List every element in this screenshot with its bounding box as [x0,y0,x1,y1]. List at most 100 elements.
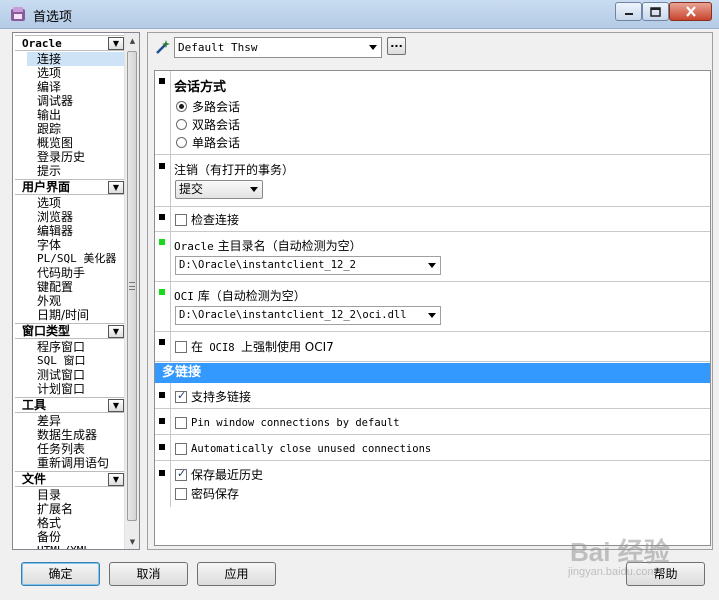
checkbox-icon[interactable] [175,213,187,226]
radio-icon[interactable] [176,119,187,130]
tree-item[interactable]: 数据生成器 [37,428,97,442]
check-connection-option[interactable]: 检查连接 [175,212,239,227]
checkbox-icon[interactable] [175,487,187,500]
grip-icon [129,282,135,290]
maximize-button[interactable] [642,2,669,21]
tree-item[interactable]: HTML/XML [37,544,90,549]
tree-item[interactable]: 格式 [37,516,61,530]
radio-icon[interactable] [176,101,187,112]
collapse-icon[interactable]: ▼ [108,399,124,412]
radio-multi-session[interactable]: 多路会话 [176,99,240,114]
preferences-tree[interactable]: Oracle ▼ 连接 选项 编译 调试器 输出 跟踪 概览图 登录历史 提示 用户界面 ▼ 选项 浏览器编… [12,32,140,550]
tree-item[interactable]: 程序窗口 [37,340,85,354]
tree-item[interactable]: 任务列表 [37,442,85,456]
pin-window-option[interactable]: Pin window connections by default [175,415,400,430]
tree-item[interactable]: 登录历史 [37,150,85,164]
oci-library-value: D:\Oracle\instantclient_12_2\oci.dll [179,309,407,321]
tree-item[interactable]: PL/SQL 美化器 [37,252,116,266]
support-multi-label: 支持多链接 [191,390,252,404]
divider [170,155,171,206]
tree-item[interactable]: 连接 [27,52,125,66]
tree-item[interactable]: 测试窗口 [37,368,85,382]
radio-dual-session[interactable]: 双路会话 [176,117,240,132]
tree-category-label: 文件 [22,472,47,486]
tree-item[interactable]: 日期/时间 [37,308,89,322]
tree-item[interactable]: 概览图 [37,136,73,150]
tree-category-header[interactable]: 用户界面 ▼ [15,179,125,195]
auto-close-option[interactable]: Automatically close unused connections [175,441,431,456]
tree-item[interactable]: 差异 [37,414,61,428]
ok-button[interactable]: 确定 [21,562,100,586]
force-oci7-option[interactable]: 在 OCI8 上强制使用 OCI7 [175,339,334,354]
tree-item[interactable]: 计划窗口 [37,382,85,396]
multi-connection-header: 多链接 [155,363,710,383]
label-suffix: 主目录名（自动检测为空） [213,239,362,253]
tree-item[interactable]: 目录 [37,488,61,502]
tree-category-header[interactable]: 文件 ▼ [15,471,125,487]
chevron-down-icon [428,263,436,268]
tree-item[interactable]: 扩展名 [37,502,73,516]
collapse-icon[interactable]: ▼ [108,325,124,338]
apply-button[interactable]: 应用 [197,562,276,586]
minimize-icon [624,12,633,15]
scroll-down-icon[interactable]: ▼ [125,534,139,549]
label-suffix: 库（自动检测为空） [193,289,306,303]
support-multi-option[interactable]: 支持多链接 [175,389,251,404]
bullet-icon [159,339,165,345]
label-prefix: Oracle [174,240,214,253]
tree-item[interactable]: 键配置 [37,280,73,294]
cancel-button[interactable]: 取消 [109,562,188,586]
tree-category-header[interactable]: Oracle ▼ [15,35,125,51]
oci-library-input[interactable]: D:\Oracle\instantclient_12_2\oci.dll [175,306,441,325]
pin-window-label: Pin window connections by default [191,416,400,429]
tree-item[interactable]: 选项 [37,66,61,80]
tree-item[interactable]: 调试器 [37,94,73,108]
tree-item[interactable]: 备份 [37,530,61,544]
auto-close-section: Automatically close unused connections [155,435,710,461]
checkbox-icon[interactable] [175,442,187,455]
tree-item[interactable]: 代码助手 [37,266,85,280]
checkbox-icon[interactable] [175,389,187,403]
save-history-option[interactable]: 保存最近历史 [175,467,263,482]
tree-item[interactable]: 浏览器 [37,210,73,224]
bullet-icon [159,470,165,476]
divider [170,207,171,231]
radio-label: 多路会话 [192,100,241,114]
tree-item[interactable]: 字体 [37,238,61,252]
checkbox-icon[interactable] [175,340,187,353]
session-mode-title: 会话方式 [174,80,227,95]
radio-single-session[interactable]: 单路会话 [176,135,240,150]
tree-item[interactable]: 编译 [37,80,61,94]
tree-item[interactable]: 外观 [37,294,61,308]
collapse-icon[interactable]: ▼ [108,37,124,50]
tree-item[interactable]: 提示 [37,164,61,178]
tree-item[interactable]: SQL 窗口 [37,354,86,368]
options-panel: 会话方式 多路会话 双路会话 单路会话 注销（有打开的事务） 提交 检查连接 O… [154,70,711,546]
checkbox-icon[interactable] [175,467,187,481]
collapse-icon[interactable]: ▼ [108,473,124,486]
divider [170,71,171,154]
help-button[interactable]: 帮助 [626,562,705,586]
tree-item[interactable]: 输出 [37,108,61,122]
oracle-home-input[interactable]: D:\Oracle\instantclient_12_2 [175,256,441,275]
profile-select[interactable]: Default Thsw [174,37,382,58]
profile-more-button[interactable]: ... [387,37,406,55]
store-password-option[interactable]: 密码保存 [175,486,239,501]
tree-item[interactable]: 编辑器 [37,224,73,238]
tree-category-header[interactable]: 工具 ▼ [15,397,125,413]
radio-icon[interactable] [176,137,187,148]
tree-scrollbar[interactable]: ▲ ▼ [124,33,139,549]
tree-category-label: Oracle [22,37,62,50]
tree-item[interactable]: 选项 [37,196,61,210]
tree-category-header[interactable]: 窗口类型 ▼ [15,323,125,339]
logoff-select[interactable]: 提交 [175,180,263,199]
scroll-up-icon[interactable]: ▲ [125,33,139,48]
collapse-icon[interactable]: ▼ [108,181,124,194]
tree-item[interactable]: 跟踪 [37,122,61,136]
close-button[interactable] [669,2,712,21]
checkbox-icon[interactable] [175,416,187,429]
tree-item[interactable]: 重新调用语句 [37,456,109,470]
bullet-icon [159,163,165,169]
minimize-button[interactable] [615,2,642,21]
scrollbar-thumb[interactable] [127,51,137,521]
